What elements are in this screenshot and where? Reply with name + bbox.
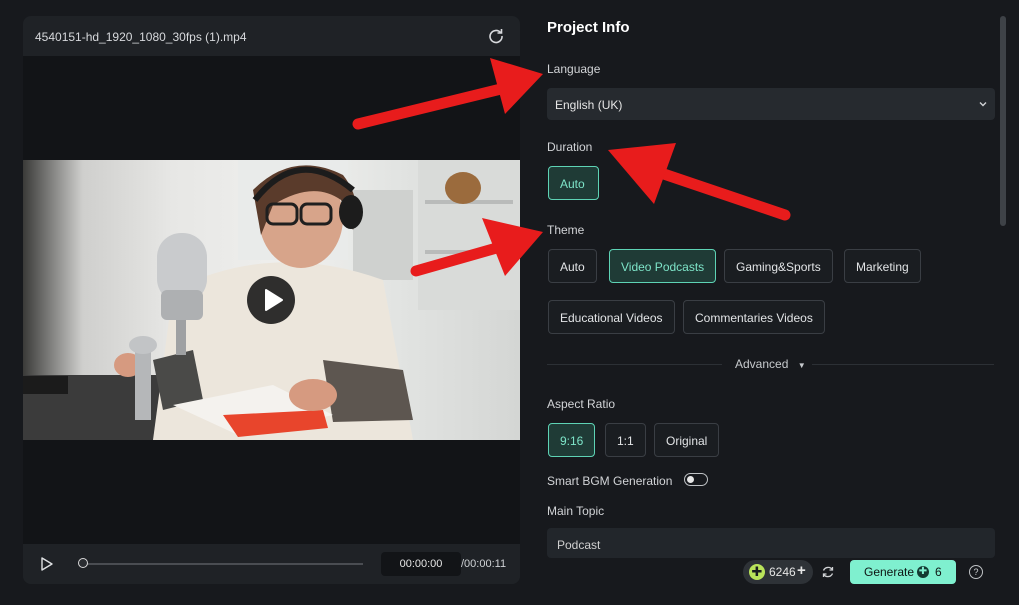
video-preview-panel: 4540151-hd_1920_1080_30fps (1).mp4 00:00… — [23, 16, 520, 584]
theme-option-commentaries-videos[interactable]: Commentaries Videos — [683, 300, 825, 334]
aspect-option-9-16[interactable]: 9:16 — [548, 423, 596, 457]
timeline-track[interactable] — [83, 563, 363, 565]
smart-bgm-toggle[interactable] — [684, 473, 708, 486]
panel-title: Project Info — [547, 19, 630, 36]
aspect-option-original[interactable]: Original — [654, 423, 720, 457]
theme-label: Theme — [547, 223, 585, 237]
main-topic-label: Main Topic — [547, 504, 605, 518]
language-value: English (UK) — [555, 98, 623, 112]
language-label: Language — [547, 62, 601, 76]
panel-scrollbar[interactable] — [1000, 16, 1006, 226]
playback-controls: 00:00:00 /00:00:11 — [23, 544, 520, 584]
plus-icon[interactable]: + — [797, 562, 806, 579]
reset-icon[interactable] — [486, 26, 506, 46]
credit-icon: ✚ — [749, 564, 765, 580]
chevron-down-icon — [977, 98, 989, 110]
smart-bgm-label: Smart BGM Generation — [547, 474, 673, 488]
divider — [812, 364, 994, 365]
language-dropdown[interactable]: English (UK) — [547, 88, 995, 120]
generate-button[interactable]: Generate ✚ 6 — [850, 560, 956, 584]
credits-badge[interactable]: ✚ 6246 + — [743, 560, 813, 584]
total-duration: /00:00:11 — [461, 558, 507, 570]
main-topic-value: Podcast — [557, 538, 601, 552]
duration-label: Duration — [547, 140, 593, 154]
theme-option-marketing[interactable]: Marketing — [844, 249, 921, 283]
aspect-option-1-1[interactable]: 1:1 — [605, 423, 646, 457]
theme-option-educational-videos[interactable]: Educational Videos — [548, 300, 675, 334]
play-overlay-button[interactable] — [247, 276, 295, 324]
video-canvas[interactable] — [23, 56, 520, 544]
advanced-toggle[interactable]: Advanced ▼ — [735, 357, 806, 371]
current-time[interactable]: 00:00:00 — [381, 552, 461, 576]
duration-option-auto[interactable]: Auto — [548, 166, 599, 200]
play-icon[interactable] — [39, 556, 55, 572]
theme-option-gaming-sports[interactable]: Gaming&Sports — [724, 249, 833, 283]
generate-cost: 6 — [935, 565, 942, 579]
refresh-icon[interactable] — [821, 565, 835, 579]
credit-icon: ✚ — [917, 566, 929, 578]
theme-option-auto[interactable]: Auto — [548, 249, 597, 283]
play-icon — [265, 289, 283, 311]
main-topic-input[interactable]: Podcast — [547, 528, 995, 558]
caret-down-icon: ▼ — [797, 361, 806, 370]
aspect-ratio-label: Aspect Ratio — [547, 397, 616, 411]
video-frame — [23, 160, 520, 440]
theme-option-video-podcasts[interactable]: Video Podcasts — [609, 249, 717, 283]
divider — [547, 364, 722, 365]
file-name: 4540151-hd_1920_1080_30fps (1).mp4 — [35, 30, 247, 44]
credit-count: 6246 — [769, 565, 796, 579]
timeline-scrubber[interactable] — [78, 558, 88, 568]
toggle-knob — [687, 476, 694, 483]
generate-label: Generate — [864, 565, 915, 579]
help-icon[interactable]: ? — [969, 565, 983, 579]
advanced-label: Advanced — [735, 357, 789, 371]
